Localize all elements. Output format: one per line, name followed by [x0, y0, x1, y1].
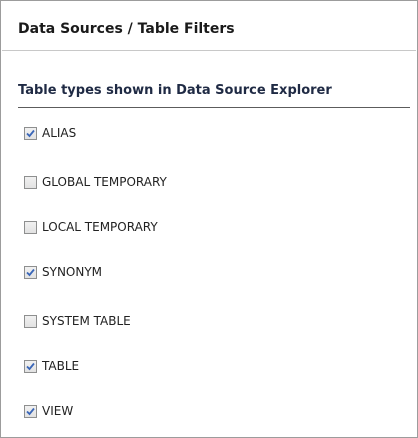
checkbox[interactable]	[24, 126, 37, 140]
option-synonym[interactable]: SYNONYM	[24, 263, 102, 281]
option-label: SYSTEM TABLE	[42, 314, 131, 328]
checkbox[interactable]	[24, 175, 37, 189]
option-table[interactable]: TABLE	[24, 357, 79, 375]
option-label: VIEW	[42, 404, 74, 418]
option-global-temporary[interactable]: GLOBAL TEMPORARY	[24, 173, 167, 191]
preferences-panel: Data Sources / Table Filters Table types…	[0, 0, 418, 438]
option-label: TABLE	[42, 359, 80, 373]
option-alias[interactable]: ALIAS	[24, 124, 76, 142]
checkbox[interactable]	[24, 359, 37, 373]
option-system-table[interactable]: SYSTEM TABLE	[24, 312, 131, 330]
option-label: ALIAS	[42, 126, 77, 140]
option-label: GLOBAL TEMPORARY	[42, 175, 167, 189]
option-view[interactable]: VIEW	[24, 402, 73, 420]
option-local-temporary[interactable]: LOCAL TEMPORARY	[24, 218, 158, 236]
checkbox[interactable]	[24, 314, 37, 328]
option-label: SYNONYM	[42, 265, 103, 279]
table-type-options: ALIAS GLOBAL TEMPORARY LOCAL TEMPORARY S…	[1, 1, 417, 437]
checkbox[interactable]	[24, 404, 37, 418]
checkbox[interactable]	[24, 220, 37, 234]
option-label: LOCAL TEMPORARY	[42, 220, 158, 234]
checkbox[interactable]	[24, 265, 37, 279]
